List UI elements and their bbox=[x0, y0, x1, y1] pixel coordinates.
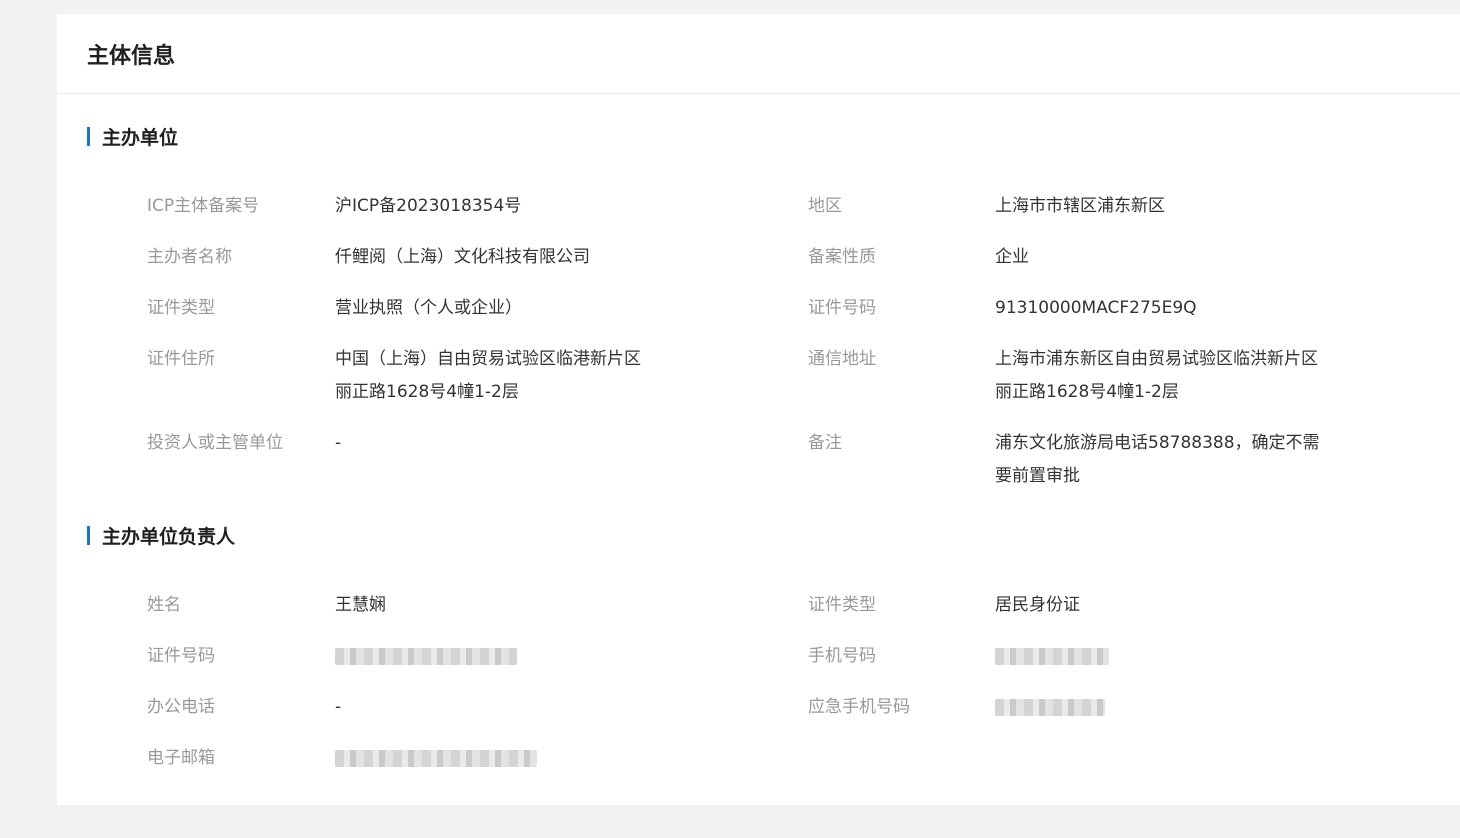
field-label-office-phone: 办公电话 bbox=[147, 697, 215, 717]
card-header: 主体信息 bbox=[57, 14, 1460, 94]
field-value-principal-certificate-type: 居民身份证 bbox=[995, 595, 1080, 615]
field-value-mailing-address: 上海市浦东新区自由贸易试验区临洪新片区丽正路1628号4幢1-2层 bbox=[995, 349, 1318, 402]
field-value-office-phone: - bbox=[335, 697, 342, 717]
field-label-certificate-address: 证件住所 bbox=[147, 349, 215, 369]
section-title-organizer: 主办单位 bbox=[87, 124, 179, 149]
field-value-certificate-number: 91310000MACF275E9Q bbox=[995, 298, 1197, 318]
field-label-name: 姓名 bbox=[147, 595, 181, 615]
section-title-text: 主办单位负责人 bbox=[102, 525, 236, 548]
field-label-mobile: 手机号码 bbox=[808, 646, 876, 666]
page-title: 主体信息 bbox=[87, 43, 176, 69]
field-label-certificate-type: 证件类型 bbox=[147, 298, 215, 318]
subject-info-card: 主体信息 主办单位 ICP主体备案号 沪ICP备2023018354号 地区 上… bbox=[57, 14, 1460, 805]
field-value-remarks: 浦东文化旅游局电话58788388，确定不需要前置审批 bbox=[995, 433, 1320, 486]
redacted-emergency-mobile bbox=[995, 699, 1105, 716]
section-accent-bar bbox=[87, 126, 90, 146]
field-label-investor: 投资人或主管单位 bbox=[147, 433, 283, 453]
field-value-investor: - bbox=[335, 433, 342, 453]
redacted-email bbox=[335, 750, 537, 767]
field-label-remarks: 备注 bbox=[808, 433, 842, 453]
field-value-icp-number: 沪ICP备2023018354号 bbox=[335, 196, 522, 216]
redacted-certificate-number bbox=[335, 648, 517, 665]
field-label-email: 电子邮箱 bbox=[147, 748, 215, 768]
field-label-principal-certificate-type: 证件类型 bbox=[808, 595, 876, 615]
field-label-region: 地区 bbox=[808, 196, 842, 216]
field-label-certificate-number: 证件号码 bbox=[808, 298, 876, 318]
field-value-organizer-name: 仟鲤阅（上海）文化科技有限公司 bbox=[335, 247, 590, 267]
field-value-certificate-type: 营业执照（个人或企业） bbox=[335, 298, 522, 318]
field-label-mailing-address: 通信地址 bbox=[808, 349, 876, 369]
field-label-emergency-mobile: 应急手机号码 bbox=[808, 697, 910, 717]
field-label-principal-certificate-number: 证件号码 bbox=[147, 646, 215, 666]
field-value-filing-nature: 企业 bbox=[995, 247, 1029, 267]
field-label-icp-number: ICP主体备案号 bbox=[147, 196, 260, 216]
field-label-organizer-name: 主办者名称 bbox=[147, 247, 232, 267]
section-title-text: 主办单位 bbox=[102, 126, 179, 149]
section-accent-bar bbox=[87, 525, 90, 545]
field-value-name: 王慧娴 bbox=[335, 595, 386, 615]
section-title-principal: 主办单位负责人 bbox=[87, 523, 236, 548]
field-label-filing-nature: 备案性质 bbox=[808, 247, 876, 267]
field-value-certificate-address: 中国（上海）自由贸易试验区临港新片区丽正路1628号4幢1-2层 bbox=[335, 349, 641, 402]
field-value-region: 上海市市辖区浦东新区 bbox=[995, 196, 1165, 216]
redacted-mobile-number bbox=[995, 648, 1109, 665]
